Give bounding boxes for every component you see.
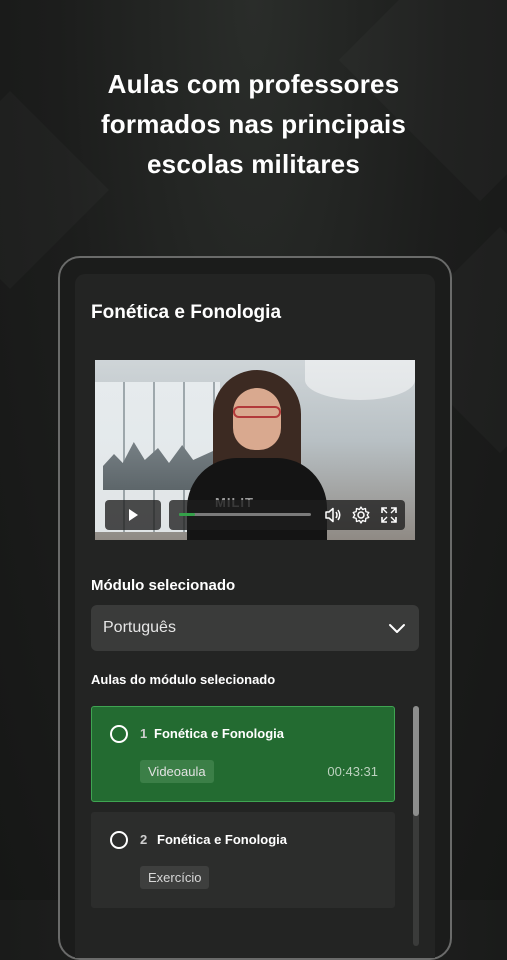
progress-track[interactable] [179, 513, 311, 516]
presenter-glasses [233, 406, 281, 418]
chevron-down-icon [389, 624, 405, 633]
lesson-item-title: Fonética e Fonologia [157, 832, 288, 847]
scrollbar-thumb[interactable] [413, 706, 419, 816]
promo-headline: Aulas com professores formados nas princ… [0, 64, 507, 184]
lesson-type-badge: Exercício [140, 866, 210, 889]
fullscreen-icon[interactable] [379, 505, 399, 525]
settings-icon[interactable] [351, 505, 371, 525]
lesson-title: Fonética e Fonologia [91, 302, 282, 323]
radio-icon[interactable] [110, 725, 128, 743]
headline-line-2: formados nas principais [100, 109, 407, 139]
video-lamp-bg [305, 360, 415, 400]
play-button[interactable] [105, 500, 161, 530]
progress-fill [179, 513, 195, 516]
presenter-face [233, 388, 281, 450]
play-icon [129, 509, 138, 521]
lesson-item-2[interactable]: 2 Fonética e Fonologia Exercício [91, 812, 395, 908]
lesson-item-title: Fonética e Fonologia [154, 726, 285, 741]
headline-line-1: Aulas com professores [107, 69, 400, 99]
video-control-bar [169, 500, 405, 530]
headline-line-3: escolas militares [147, 149, 360, 179]
lesson-number: 1 [140, 726, 148, 741]
lessons-scrollbar[interactable] [413, 706, 419, 946]
tablet-screen: Fonética e Fonologia MILIT [75, 274, 435, 958]
video-player[interactable]: MILIT [95, 360, 415, 540]
lesson-item-1[interactable]: 1 Fonética e Fonologia Videoaula 00:43:3… [91, 706, 395, 802]
module-select-value: Português [103, 619, 176, 636]
lesson-number: 2 [140, 832, 148, 847]
volume-icon[interactable] [323, 505, 343, 525]
lessons-list-label: Aulas do módulo selecionado [91, 672, 276, 687]
tablet-frame: Fonética e Fonologia MILIT [58, 256, 452, 960]
lesson-type-badge: Videoaula [140, 760, 214, 783]
lesson-duration: 00:43:31 [327, 764, 378, 779]
module-select[interactable]: Português [91, 605, 419, 651]
radio-icon[interactable] [110, 831, 128, 849]
module-label: Módulo selecionado [91, 577, 236, 594]
